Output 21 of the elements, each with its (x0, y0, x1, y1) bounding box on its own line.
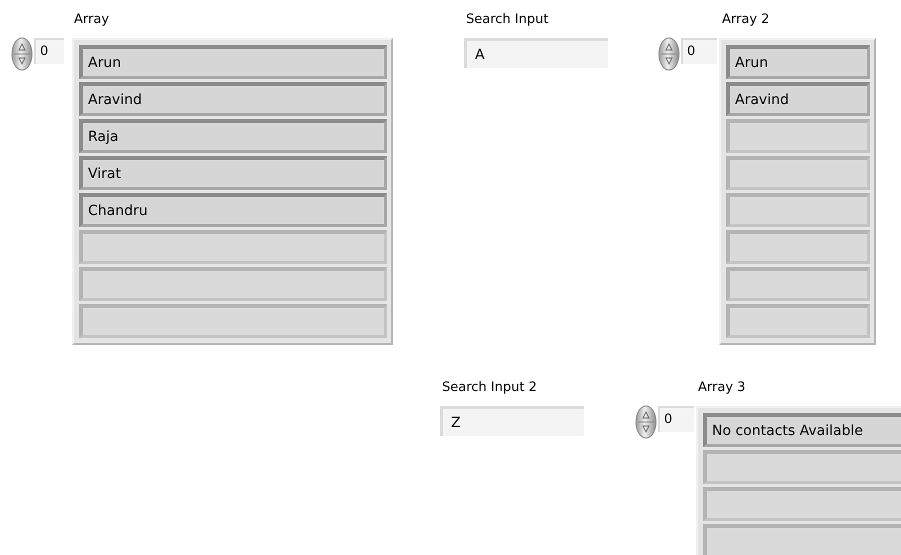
index-field[interactable]: 0 (658, 406, 694, 432)
array-element[interactable]: Raja (79, 119, 387, 153)
array-element[interactable]: No contacts Available (703, 413, 901, 447)
array-element[interactable]: Arun (726, 45, 870, 79)
array-element[interactable]: Arun (79, 45, 387, 79)
index-spinner[interactable] (11, 37, 33, 71)
array-element[interactable]: Aravind (726, 82, 870, 116)
array-element[interactable]: Virat (79, 156, 387, 190)
array-label: Array 3 (698, 379, 746, 397)
index-field[interactable]: 0 (681, 38, 717, 64)
array-element[interactable]: Chandru (79, 193, 387, 227)
string-field[interactable]: A (464, 38, 608, 68)
string-field[interactable]: Z (440, 406, 584, 436)
index-spinner[interactable] (658, 37, 680, 71)
array-element[interactable]: Aravind (79, 82, 387, 116)
string-label: Search Input (466, 11, 550, 29)
index-spinner[interactable] (635, 405, 657, 439)
string-label: Search Input 2 (442, 379, 538, 397)
array-label: Array (74, 11, 110, 29)
index-field[interactable]: 0 (34, 38, 64, 64)
array-label: Array 2 (722, 11, 770, 29)
